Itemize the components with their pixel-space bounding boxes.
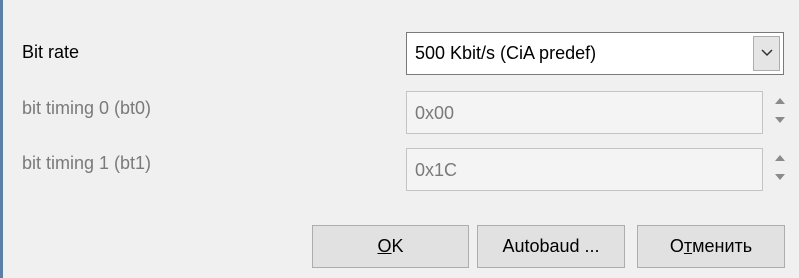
bt0-spinner[interactable] xyxy=(772,91,792,134)
ok-mnemonic: O xyxy=(377,236,392,256)
spin-up-icon[interactable] xyxy=(774,97,786,105)
autobaud-label: Autobaud ... xyxy=(502,236,600,256)
bt0-input[interactable]: 0x00 xyxy=(406,91,763,134)
window-left-border xyxy=(0,0,3,278)
spin-down-icon[interactable] xyxy=(774,173,786,181)
bit-rate-selected-value: 500 Kbit/s (CiA predef) xyxy=(415,43,597,63)
ok-button[interactable]: OK xyxy=(312,225,469,268)
bt1-input[interactable]: 0x1C xyxy=(406,148,763,191)
ok-label-rest: K xyxy=(391,236,404,256)
cancel-label-rest: менить xyxy=(692,236,753,256)
bt0-value: 0x00 xyxy=(415,103,455,123)
bt0-label: bit timing 0 (bt0) xyxy=(22,98,152,118)
bt1-label: bit timing 1 (bt1) xyxy=(22,153,152,173)
chevron-down-icon xyxy=(761,49,773,57)
cancel-button[interactable]: Отменить xyxy=(637,225,785,268)
bit-rate-label: Bit rate xyxy=(22,42,80,62)
bit-rate-dropdown[interactable]: 500 Kbit/s (CiA predef) xyxy=(406,32,784,75)
spin-up-icon[interactable] xyxy=(774,154,786,162)
cancel-mnemonic: т xyxy=(683,236,693,256)
bt1-spinner[interactable] xyxy=(772,148,792,191)
autobaud-button[interactable]: Autobaud ... xyxy=(477,225,625,268)
cancel-label-start: О xyxy=(669,236,684,256)
bt1-value: 0x1C xyxy=(415,160,458,180)
spin-down-icon[interactable] xyxy=(774,116,786,124)
bit-rate-dropdown-button[interactable] xyxy=(753,36,780,71)
